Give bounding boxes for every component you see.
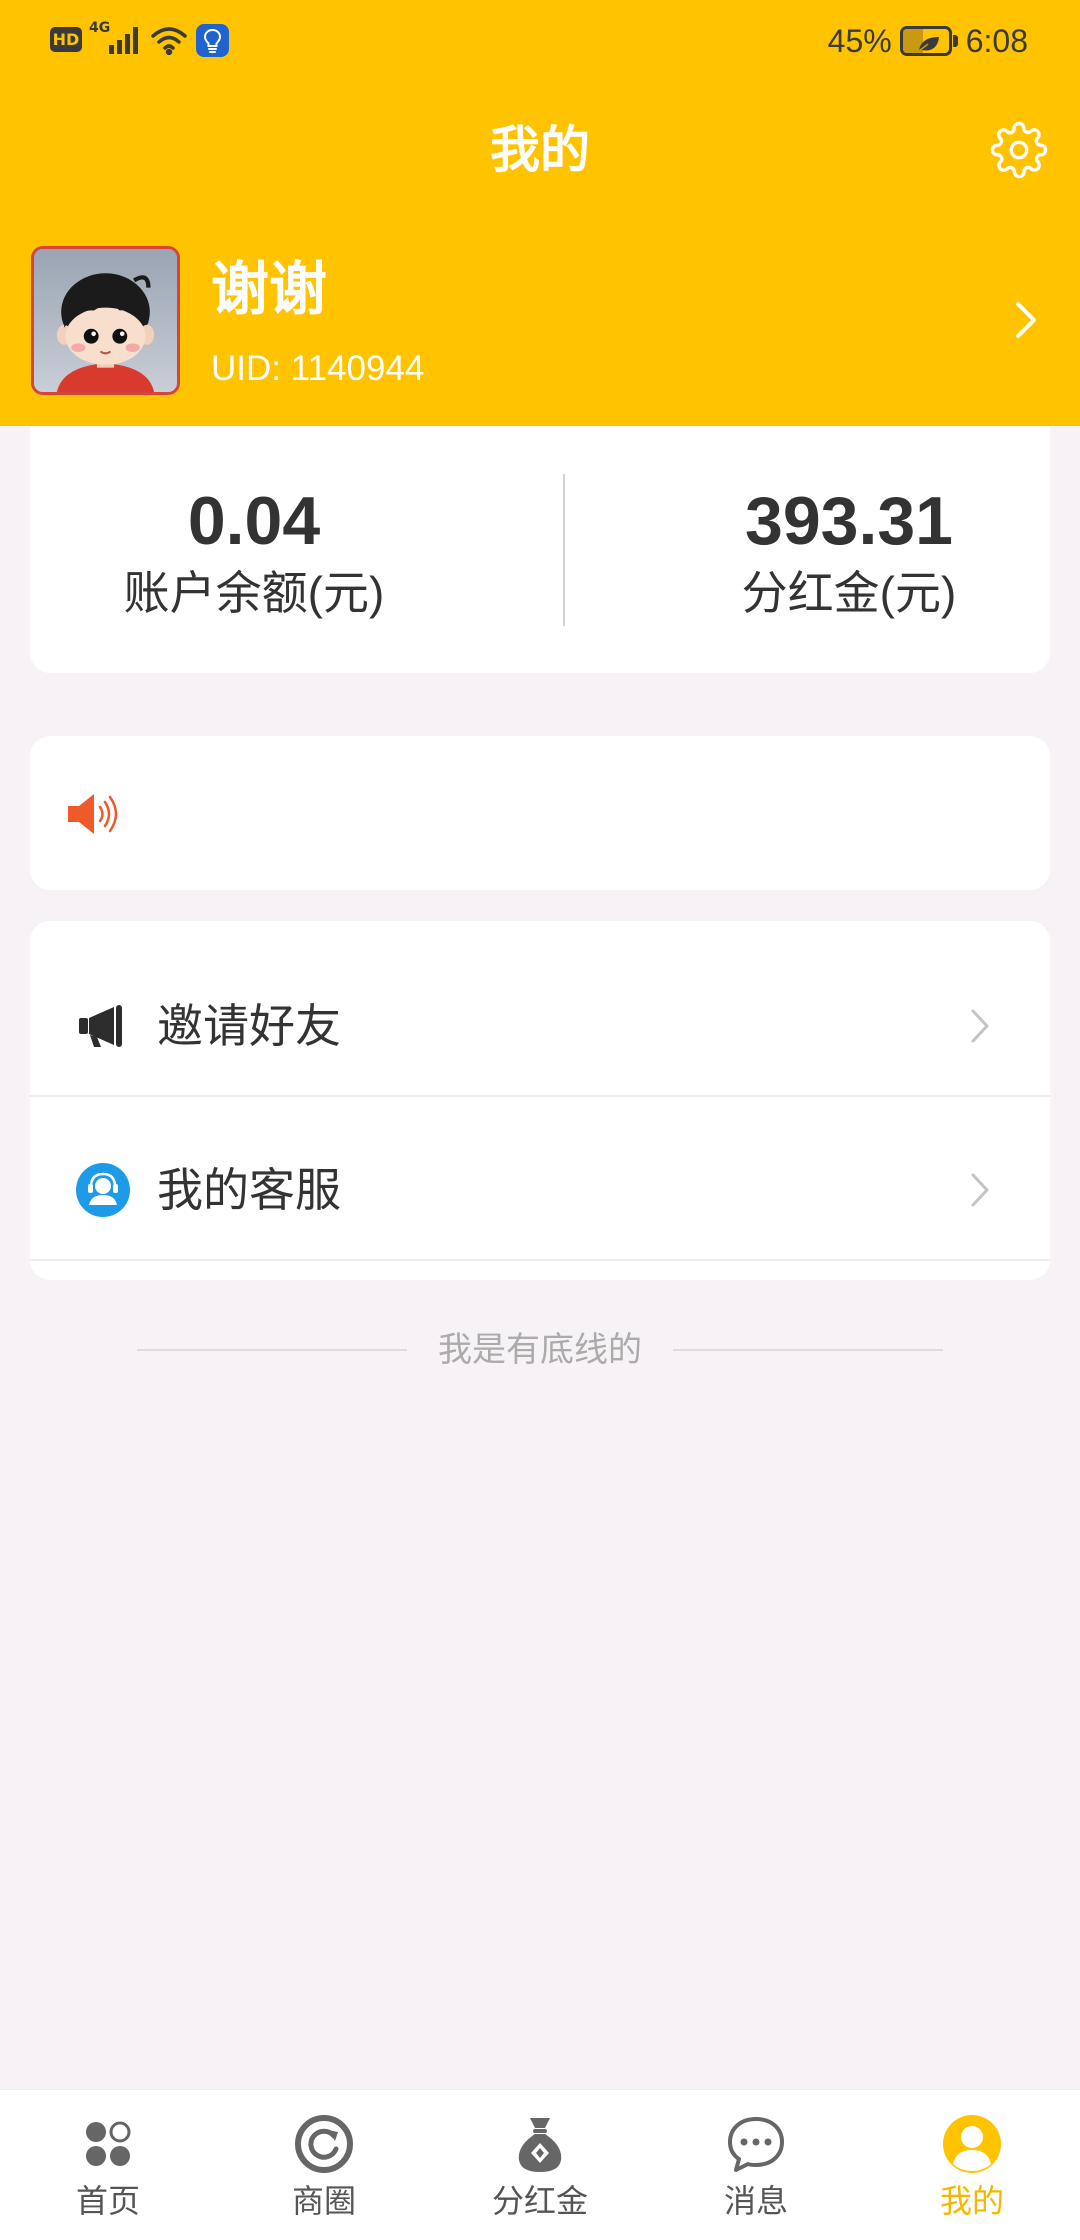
customer-service-icon <box>76 1163 130 1217</box>
avatar[interactable] <box>31 246 180 395</box>
menu-list: 邀请好友 我的客服 <box>30 921 1050 1280</box>
stats-divider <box>563 474 565 626</box>
end-of-list-text: 我是有底线的 <box>438 1331 642 1369</box>
chevron-right-icon[interactable] <box>1010 298 1042 342</box>
user-uid: UID: 1140944 <box>211 349 425 388</box>
nav-item-business-circle[interactable]: 商圈 <box>216 2090 432 2240</box>
notice-bar <box>30 736 1050 890</box>
wifi-icon <box>150 25 188 56</box>
bottom-nav: 首页 商圈 分红金 消息 我的 <box>0 2089 1080 2240</box>
menu-item-customer-service[interactable]: 我的客服 <box>30 1097 1050 1261</box>
end-divider-right <box>673 1349 943 1351</box>
business-circle-icon <box>292 2112 356 2176</box>
nav-label: 首页 <box>75 2183 140 2219</box>
clock: 6:08 <box>965 23 1028 59</box>
chat-bubble-icon <box>724 2112 788 2176</box>
nav-item-dividend[interactable]: 分红金 <box>432 2090 648 2240</box>
nav-label: 商圈 <box>291 2183 356 2219</box>
hd-badge: HD <box>50 27 82 52</box>
user-name: 谢谢 <box>211 257 328 322</box>
home-dots-icon <box>76 2112 140 2176</box>
signal-icon <box>108 26 140 54</box>
menu-item-label: 我的客服 <box>157 1164 341 1216</box>
menu-item-label: 邀请好友 <box>157 1000 341 1052</box>
chevron-right-icon <box>968 1006 992 1046</box>
gear-icon[interactable] <box>990 121 1048 179</box>
nav-label: 我的 <box>939 2183 1004 2219</box>
menu-item-invite-friends[interactable]: 邀请好友 <box>30 921 1050 1097</box>
megaphone-icon <box>76 999 130 1053</box>
battery-percent: 45% <box>827 23 892 59</box>
balance-value: 0.04 <box>187 483 321 559</box>
balance-stat[interactable]: 0.04 账户余额(元) <box>54 483 454 621</box>
money-bag-icon <box>508 2112 572 2176</box>
nav-label: 消息 <box>723 2183 788 2219</box>
status-bar-right: 45% 6:08 <box>828 20 1028 62</box>
nav-label: 分红金 <box>491 2183 588 2219</box>
nav-item-home[interactable]: 首页 <box>0 2090 216 2240</box>
battery-saver-icon <box>899 26 958 56</box>
user-icon <box>940 2112 1004 2176</box>
speaker-icon <box>66 791 128 837</box>
nav-item-mine[interactable]: 我的 <box>864 2090 1080 2240</box>
lightbulb-icon <box>196 24 229 57</box>
balance-label: 账户余额(元) <box>123 567 385 619</box>
nav-item-messages[interactable]: 消息 <box>648 2090 864 2240</box>
header-area: HD 4G 45% 6:08 我的 谢谢 UID: 1140944 <box>0 0 1080 426</box>
dividend-label: 分红金(元) <box>741 567 957 619</box>
end-divider-left <box>137 1349 407 1351</box>
page-title: 我的 <box>490 122 590 178</box>
dividend-stat[interactable]: 393.31 分红金(元) <box>649 483 1049 621</box>
chevron-right-icon <box>968 1170 992 1210</box>
dividend-value: 393.31 <box>745 483 953 559</box>
